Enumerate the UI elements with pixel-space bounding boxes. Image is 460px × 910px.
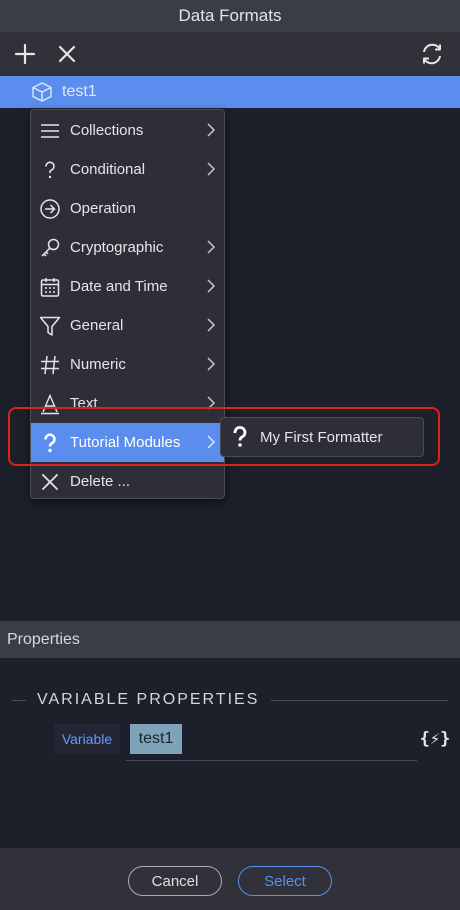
arrow-circle-icon: [39, 198, 61, 220]
menu-item-label: General: [70, 317, 124, 334]
remove-button[interactable]: [53, 40, 81, 68]
question-icon: [39, 159, 61, 181]
chevron-right-icon: [207, 123, 216, 137]
annotation-highlight: [8, 407, 440, 466]
x-icon: [39, 471, 61, 493]
calendar-icon: [39, 276, 61, 298]
chevron-right-icon: [207, 240, 216, 254]
menu-item-cryptographic[interactable]: Cryptographic: [31, 228, 224, 267]
list-icon: [39, 120, 61, 142]
menu-item-label: Date and Time: [70, 278, 168, 295]
properties-header: Properties: [0, 621, 460, 658]
variable-label: Variable: [54, 724, 120, 754]
tree-item-label: test1: [62, 83, 97, 100]
x-icon: [58, 45, 76, 63]
key-icon: [39, 237, 61, 259]
menu-item-label: Operation: [70, 200, 136, 217]
filter-icon: [39, 315, 61, 337]
hash-icon: [39, 354, 61, 376]
dynamic-data-icon[interactable]: {⚡}: [420, 725, 451, 753]
refresh-icon: [423, 43, 441, 65]
menu-item-conditional[interactable]: Conditional: [31, 150, 224, 189]
menu-item-label: Delete ...: [70, 473, 131, 490]
menu-item-date-and-time[interactable]: Date and Time: [31, 267, 224, 306]
refresh-button[interactable]: [418, 40, 446, 68]
cancel-button[interactable]: Cancel: [128, 866, 222, 896]
section-divider: [271, 700, 448, 701]
plus-icon: [14, 43, 36, 65]
chevron-right-icon: [207, 162, 216, 176]
tree-item-test1[interactable]: test1: [0, 76, 460, 108]
menu-item-delete[interactable]: Delete ...: [31, 462, 224, 501]
menu-item-general[interactable]: General: [31, 306, 224, 345]
menu-item-label: Conditional: [70, 161, 146, 178]
chevron-right-icon: [207, 357, 216, 371]
footer: [0, 848, 460, 910]
chevron-right-icon: [207, 318, 216, 332]
select-button[interactable]: Select: [238, 866, 332, 896]
add-button[interactable]: [11, 40, 39, 68]
window-title: Data Formats: [0, 0, 460, 32]
toolbar: [0, 32, 460, 76]
section-divider: [12, 700, 26, 701]
cube-icon: [32, 82, 52, 102]
menu-item-operation[interactable]: Operation: [31, 189, 224, 228]
variable-value-chip[interactable]: test1: [130, 724, 182, 754]
menu-item-numeric[interactable]: Numeric: [31, 345, 224, 384]
menu-item-label: Collections: [70, 122, 144, 139]
menu-item-label: Numeric: [70, 356, 126, 373]
chevron-right-icon: [207, 279, 216, 293]
menu-item-collections[interactable]: Collections: [31, 111, 224, 150]
menu-item-label: Cryptographic: [70, 239, 164, 256]
section-title: VARIABLE PROPERTIES: [37, 691, 260, 708]
